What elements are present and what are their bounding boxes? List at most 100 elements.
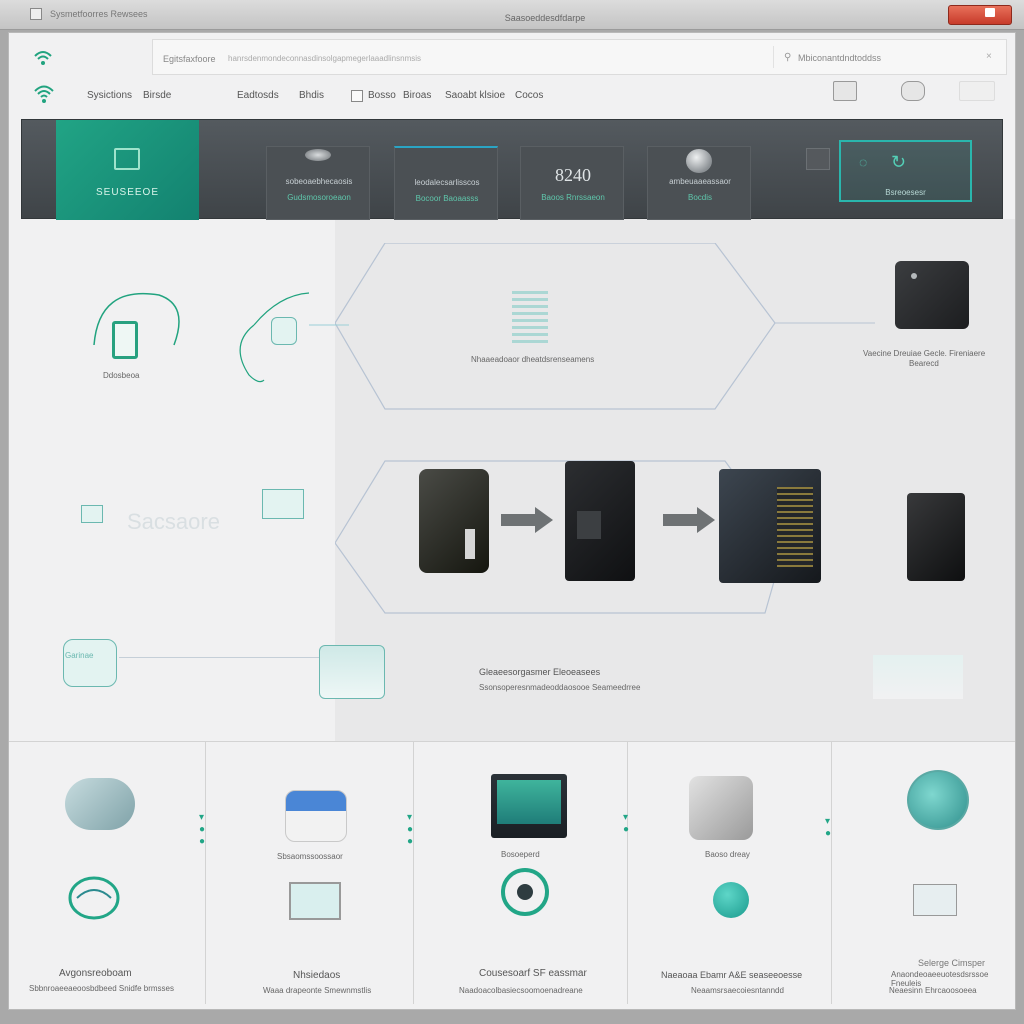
monitor-device-icon[interactable]: [491, 774, 567, 838]
card-1-title: sobeoaebhecaosis: [285, 177, 353, 186]
module-icon[interactable]: [81, 505, 103, 523]
col-4-subtitle: Neaamsrsaecoiesntanndd: [691, 986, 784, 995]
card-3-value: 8240: [555, 165, 591, 185]
address-text: Egitsfaxfoore: [163, 54, 216, 64]
address-bar[interactable]: Egitsfaxfoore hanrsdenmondeconnasdinsolg…: [152, 39, 1007, 75]
title-bar: Sysmetfoorres Rewsees Saasoeddesdfdarpe: [0, 0, 1024, 30]
column-divider: [413, 742, 414, 1004]
close-button[interactable]: [948, 5, 1012, 25]
footer-text: Selerge Cimsper: [918, 958, 986, 968]
target-icon[interactable]: [497, 864, 553, 920]
flow-arrow-2: [663, 507, 715, 533]
cloud-icon: ↻: [891, 152, 907, 172]
separator-dots: ▾ ●: [825, 816, 832, 839]
col-3-subtitle: Naadoacolbasiecsoomoenadreane: [459, 986, 583, 995]
flow-label-2: Ssonsoperesnmadeoddaosooe Seameedrree: [479, 683, 641, 692]
stat-card-selected[interactable]: ◌ ↻ Bsreoesesr: [839, 140, 972, 202]
cloud-storage-icon: [873, 655, 963, 699]
card-1-subtitle: Gudsmosoroeaon: [287, 193, 351, 202]
router-icon[interactable]: [285, 790, 347, 842]
card-2-subtitle: Bocoor Baoaasss: [415, 194, 479, 203]
col-4-title: Naeaoaa Ebamr A&E seaseeoesse: [661, 970, 803, 980]
phone-icon[interactable]: [112, 321, 138, 359]
nav-checkbox[interactable]: [351, 90, 363, 102]
phone-label: Ddosbeoa: [103, 371, 140, 380]
cable-icon[interactable]: [63, 639, 117, 687]
stat-card-3[interactable]: 8240 Baoos Rnrssaeon: [520, 146, 624, 220]
nav-item-6[interactable]: Biroas: [403, 90, 431, 101]
server-label-2: Bearecd: [909, 359, 939, 368]
printer-icon[interactable]: [833, 81, 857, 101]
primary-tile[interactable]: SEUSEEOE: [56, 120, 199, 220]
document-device-icon[interactable]: [913, 884, 957, 916]
drive-bay-icon: [577, 511, 601, 539]
rack-slots-icon: [777, 487, 813, 567]
nav-item-7[interactable]: Saoabt klsioe: [445, 90, 505, 101]
sync-ring-icon[interactable]: [65, 872, 123, 924]
power-icon: [911, 273, 917, 279]
desktop-icon[interactable]: [689, 776, 753, 840]
rack-server[interactable]: [719, 469, 821, 583]
search-lens-icon[interactable]: [907, 770, 969, 830]
card-5-label: Bsreoesesr: [885, 188, 926, 197]
nav-item-8[interactable]: Cocos: [515, 90, 543, 101]
column-divider: [205, 742, 206, 1004]
nav-item-4[interactable]: Bhdis: [299, 90, 324, 101]
hand-device-icon[interactable]: [271, 317, 297, 345]
settings-icon[interactable]: [959, 81, 995, 101]
window-title: Saasoeddesdfdarpe: [504, 13, 586, 23]
col-3-mid: Bosoeperd: [501, 850, 540, 859]
search-input[interactable]: ⚲ Mbiconantdndtoddss ×: [773, 46, 998, 68]
stat-card-1[interactable]: sobeoaebhecaosis Gudsmosoroeaon: [266, 146, 370, 220]
storage-drive[interactable]: [907, 493, 965, 581]
wifi-icon: [33, 49, 53, 71]
clear-search-icon[interactable]: ×: [986, 51, 992, 62]
laptop-icon[interactable]: [289, 882, 341, 920]
globe-icon[interactable]: [713, 882, 749, 918]
nas-device[interactable]: [895, 261, 969, 329]
device-icon[interactable]: [806, 148, 830, 170]
card-3-subtitle: Baoos Rnrssaeon: [541, 193, 605, 202]
refresh-icon: ◌: [859, 154, 868, 170]
card-2-title: leodalecsarlisscos: [414, 178, 480, 187]
watermark-text: Sacsaore: [127, 509, 220, 534]
flow-label-1: Gleaeesorgasmer Eleoeasees: [479, 667, 601, 677]
col-3-title: Cousesoarf SF eassmar: [479, 968, 587, 979]
col-1-subtitle: Sbbnroaeeaeoosbdbeed Snidfe brmsses: [29, 984, 174, 993]
stat-card-4[interactable]: ambeuaaeassaor Bocdis: [647, 146, 751, 220]
separator-dots: ▾ ● ●: [199, 812, 206, 847]
col-2-subtitle: Waaa drapeonte Smewnmstlis: [263, 986, 372, 995]
nav-item-5[interactable]: Bosso: [368, 90, 396, 101]
router-device[interactable]: [419, 469, 489, 573]
stat-card-2[interactable]: leodalecsarlisscos Bocoor Baoaasss: [394, 146, 498, 220]
col-5-subtitle: Neaesinn Ehrcaoosoeea: [889, 986, 977, 995]
mouse-device-icon[interactable]: [65, 778, 135, 830]
primary-tile-label: SEUSEEOE: [95, 187, 160, 198]
col-2-mid: Sbsaomssoossaor: [277, 852, 343, 861]
data-grid-icon: [512, 291, 548, 343]
card-4-icon: [686, 149, 712, 173]
separator-dots: ▾ ● ●: [407, 812, 414, 847]
hex-label: Nhaaeadoaor dheatdsrenseamens: [471, 355, 595, 364]
feature-grid: ▾ ● ● ▾ ● ● ▾ ● ▾ ● Avgonsreoboam Sbbnroaeeaeo…: [9, 741, 1015, 1009]
dashboard-strip: SEUSEEOE sobeoaebhecaosis Gudsmosoroeaon…: [21, 119, 1003, 220]
camera-icon[interactable]: [901, 81, 925, 101]
usb-icon: [465, 529, 475, 559]
server-icon: [114, 148, 140, 170]
close-icon: [985, 8, 995, 17]
col-2-title: Nhsiedaos: [293, 970, 341, 981]
nav-item-3[interactable]: Eadtosds: [237, 90, 279, 101]
monitor-icon[interactable]: [262, 489, 304, 519]
storage-pool-icon[interactable]: [319, 645, 385, 699]
card-1-icon: [305, 149, 331, 161]
nav-item-systems[interactable]: Sysictions: [87, 90, 132, 101]
app-logo-icon[interactable]: [33, 83, 55, 109]
server-tower[interactable]: [565, 461, 635, 581]
screen: [497, 780, 561, 824]
column-divider: [831, 742, 832, 1004]
search-placeholder: Mbiconantdndtoddss: [798, 53, 882, 63]
app-window: Egitsfaxfoore hanrsdenmondeconnasdinsolg…: [8, 32, 1016, 1010]
flow-arrow-1: [501, 507, 553, 533]
card-4-subtitle: Bocdis: [687, 193, 712, 202]
nav-item-2[interactable]: Birsde: [143, 90, 171, 101]
